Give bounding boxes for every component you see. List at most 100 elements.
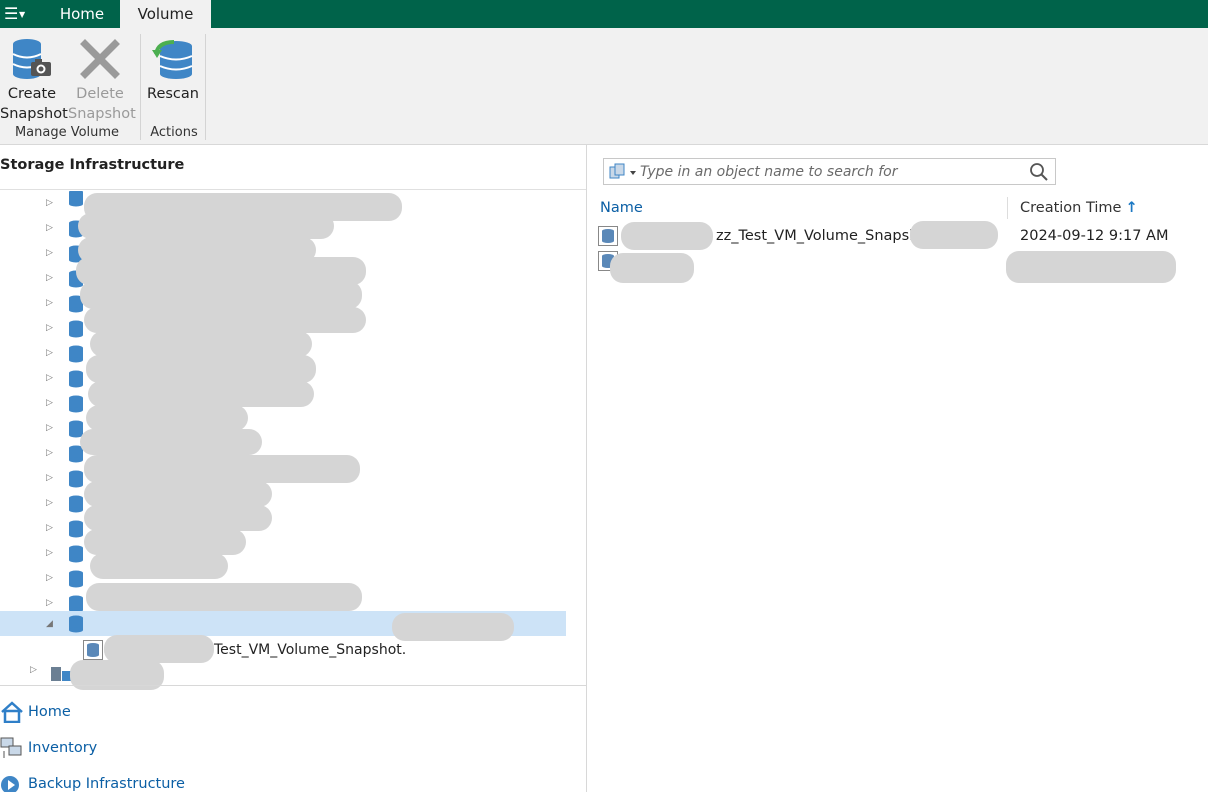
redacted-text (80, 429, 262, 455)
object-type-filter-icon[interactable] (608, 163, 638, 185)
snapshot-icon (598, 226, 618, 250)
expand-arrow-icon[interactable]: ▷ (46, 521, 56, 535)
volume-icon (68, 470, 84, 492)
column-header-name[interactable]: Name (600, 200, 643, 224)
search-input[interactable] (640, 161, 1020, 182)
redacted-text (84, 529, 246, 555)
nav-backup-infrastructure-label: Backup Infrastructure (28, 776, 185, 792)
redacted-text (610, 253, 694, 283)
rescan-icon (150, 36, 196, 82)
expand-arrow-icon[interactable]: ▷ (46, 546, 56, 560)
main-menu-button[interactable]: ☰ ▼ (4, 4, 30, 24)
redacted-text (90, 553, 228, 579)
redacted-text (86, 405, 248, 431)
expand-arrow-icon[interactable]: ▷ (46, 596, 56, 610)
column-divider[interactable] (1007, 197, 1008, 219)
expand-arrow-icon[interactable]: ▷ (46, 346, 56, 360)
create-snapshot-label-1: Create (7, 86, 57, 102)
rescan-label: Rescan (147, 86, 199, 102)
expand-arrow-icon[interactable]: ▷ (46, 246, 56, 260)
expand-arrow-icon[interactable]: ▷ (46, 471, 56, 485)
group-label-manage-volume: Manage Volume (14, 125, 120, 140)
volume-icon (68, 320, 84, 342)
volume-icon (68, 395, 84, 417)
row-creation-time: 2024-09-12 9:17 AM (1020, 228, 1169, 244)
redacted-text (910, 221, 998, 249)
sort-ascending-icon: ↑ (1125, 200, 1138, 216)
nav-backup-infrastructure[interactable]: Backup Infrastructure (0, 770, 586, 792)
inventory-icon (0, 737, 24, 763)
tab-home[interactable]: Home (44, 0, 120, 28)
volume-icon (68, 370, 84, 392)
create-snapshot-button[interactable]: Create Snapshot (0, 36, 68, 124)
expand-arrow-icon[interactable]: ▷ (30, 665, 40, 679)
redacted-text (80, 281, 362, 309)
ribbon: Create Snapshot Delete Snapshot Manage V… (0, 28, 1208, 145)
storage-tree[interactable]: ▷ ▷ ▷ ▷ ▷ ▷ ▷ ▷ ▷ ▷ ▷ ▷ ▷ ▷ ▷ ▷ ▷ ◢ Test… (0, 191, 566, 685)
delete-x-icon (77, 36, 123, 82)
nav-inventory[interactable]: Inventory (0, 734, 586, 764)
storage-infrastructure-panel: Storage Infrastructure ▷ ▷ ▷ ▷ ▷ ▷ ▷ ▷ ▷… (0, 145, 587, 792)
redacted-text (1006, 251, 1176, 283)
delete-snapshot-button[interactable]: Delete Snapshot (68, 36, 136, 124)
redacted-text (90, 331, 312, 357)
expand-arrow-icon[interactable]: ▷ (46, 446, 56, 460)
expand-arrow-icon[interactable]: ▷ (46, 396, 56, 410)
delete-snapshot-label-1: Delete (76, 86, 124, 102)
server-icon (50, 665, 72, 687)
top-tab-bar: ☰ ▼ Home Volume (0, 0, 1208, 28)
redacted-text (392, 613, 514, 641)
row-name: zz_Test_VM_Volume_Snapsho (716, 228, 928, 244)
redacted-text (621, 222, 713, 250)
divider (0, 685, 586, 686)
hamburger-icon: ☰ (4, 4, 19, 23)
volume-icon (68, 520, 84, 542)
volume-icon (68, 495, 84, 517)
nav-inventory-label: Inventory (28, 740, 98, 756)
expand-arrow-icon[interactable]: ▷ (46, 571, 56, 585)
nav-home-label: Home (28, 704, 71, 720)
delete-snapshot-label-2: Snapshot (68, 106, 136, 122)
expand-arrow-icon[interactable]: ▷ (46, 221, 56, 235)
collapse-arrow-icon[interactable]: ◢ (46, 617, 56, 631)
create-snapshot-icon (9, 36, 55, 82)
group-divider (205, 34, 206, 140)
volume-icon (68, 191, 84, 211)
search-box[interactable] (603, 158, 1056, 185)
redacted-text (88, 381, 314, 407)
rescan-button[interactable]: Rescan (146, 36, 200, 104)
content-panel: Name Creation Time↑ zz_Test_VM_Volume_Sn… (588, 145, 1208, 792)
expand-arrow-icon[interactable]: ▷ (46, 321, 56, 335)
expand-arrow-icon[interactable]: ▷ (46, 421, 56, 435)
column-header-creation-time-label: Creation Time (1020, 200, 1122, 216)
volume-icon (68, 345, 84, 367)
redacted-text (78, 213, 334, 239)
panel-title: Storage Infrastructure (0, 157, 185, 173)
tab-volume[interactable]: Volume (120, 0, 211, 28)
group-divider (140, 34, 141, 140)
expand-arrow-icon[interactable]: ▷ (46, 296, 56, 310)
divider (0, 189, 586, 190)
redacted-text (86, 355, 316, 383)
redacted-text (86, 583, 362, 611)
search-icon[interactable] (1029, 162, 1049, 186)
column-header-creation-time[interactable]: Creation Time ↑ (1020, 200, 1138, 224)
chevron-down-icon: ▼ (19, 10, 26, 19)
group-label-actions: Actions (150, 125, 198, 140)
snapshot-name: Test_VM_Volume_Snapshot. (214, 642, 407, 658)
redacted-text (84, 505, 272, 531)
backup-infrastructure-icon (0, 773, 24, 792)
expand-arrow-icon[interactable]: ▷ (46, 496, 56, 510)
redacted-text (84, 455, 360, 483)
volume-icon (68, 570, 84, 592)
volume-icon (68, 545, 84, 567)
create-snapshot-label-2: Snapshot (0, 106, 68, 122)
expand-arrow-icon[interactable]: ▷ (46, 196, 56, 210)
redacted-text (84, 307, 366, 333)
volume-icon (68, 615, 84, 637)
expand-arrow-icon[interactable]: ▷ (46, 271, 56, 285)
nav-home[interactable]: Home (0, 698, 586, 728)
expand-arrow-icon[interactable]: ▷ (46, 371, 56, 385)
home-icon (0, 701, 24, 727)
redacted-text (84, 481, 272, 507)
